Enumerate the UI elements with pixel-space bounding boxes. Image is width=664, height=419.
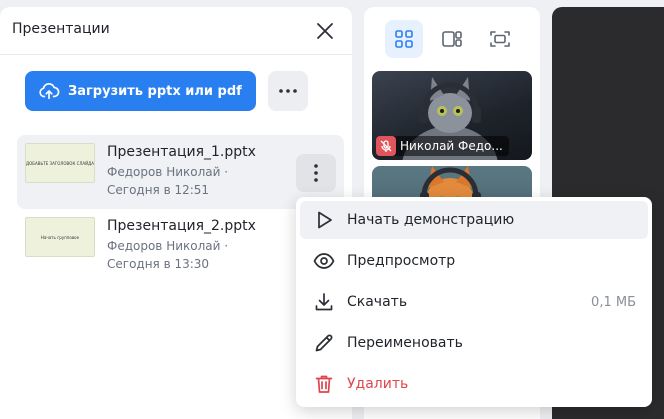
file-item[interactable]: Начать групповое Презентация_2.pptx Федо… bbox=[17, 214, 344, 288]
file-author: Федоров Николай · bbox=[107, 165, 229, 179]
file-name: Презентация_2.pptx bbox=[107, 218, 256, 234]
menu-item-download[interactable]: Скачать 0,1 МБ bbox=[300, 283, 648, 321]
file-name: Презентация_1.pptx bbox=[107, 144, 256, 160]
file-context-menu: Начать демонстрацию Предпросмотр Скачать… bbox=[296, 197, 652, 407]
more-options-button[interactable] bbox=[268, 71, 308, 111]
eye-icon bbox=[313, 253, 335, 269]
speaker-layout-icon bbox=[442, 31, 462, 47]
menu-item-label: Удалить bbox=[347, 376, 409, 392]
fullscreen-button[interactable] bbox=[481, 20, 519, 58]
upload-button[interactable]: Загрузить pptx или pdf bbox=[25, 71, 256, 111]
file-date: Сегодня в 13:30 bbox=[107, 257, 210, 271]
file-thumbnail: Начать групповое bbox=[25, 217, 95, 257]
more-horizontal-icon bbox=[279, 89, 297, 93]
mic-off-icon bbox=[376, 136, 396, 156]
file-options-button[interactable] bbox=[296, 154, 336, 192]
close-icon bbox=[317, 23, 333, 39]
file-item[interactable]: ДОБАВЬТЕ ЗАГОЛОВОК СЛАЙДА Презентация_1.… bbox=[17, 135, 344, 209]
menu-item-label: Предпросмотр bbox=[347, 253, 456, 269]
speaker-view-button[interactable] bbox=[433, 20, 471, 58]
file-date: Сегодня в 12:51 bbox=[107, 183, 210, 197]
menu-item-label: Скачать bbox=[347, 294, 408, 310]
participant-name: Николай Федо... bbox=[400, 139, 503, 153]
trash-icon bbox=[315, 375, 333, 393]
more-vertical-icon bbox=[314, 164, 318, 182]
file-thumbnail: ДОБАВЬТЕ ЗАГОЛОВОК СЛАЙДА bbox=[25, 143, 95, 183]
menu-item-delete[interactable]: Удалить bbox=[300, 365, 648, 403]
cloud-upload-icon bbox=[39, 82, 60, 100]
grid-view-button[interactable] bbox=[385, 20, 423, 58]
panel-title: Презентации bbox=[12, 21, 110, 37]
file-author: Федоров Николай · bbox=[107, 239, 229, 253]
play-icon bbox=[318, 211, 332, 229]
download-icon bbox=[315, 293, 333, 311]
close-button[interactable] bbox=[313, 19, 337, 43]
participant-video-tile[interactable]: Николай Федо... bbox=[372, 71, 532, 160]
grid-icon bbox=[395, 30, 413, 48]
panel-header: Презентации bbox=[0, 7, 352, 55]
thumbnail-text: ДОБАВЬТЕ ЗАГОЛОВОК СЛАЙДА bbox=[26, 160, 94, 166]
participant-name-tag: Николай Федо... bbox=[376, 136, 509, 156]
menu-item-rename[interactable]: Переименовать bbox=[300, 324, 648, 362]
menu-item-preview[interactable]: Предпросмотр bbox=[300, 242, 648, 280]
menu-item-start-demo[interactable]: Начать демонстрацию bbox=[300, 201, 648, 239]
upload-button-label: Загрузить pptx или pdf bbox=[68, 83, 242, 99]
menu-item-label: Переименовать bbox=[347, 335, 463, 351]
fullscreen-icon bbox=[490, 31, 510, 47]
pencil-icon bbox=[315, 334, 333, 352]
thumbnail-text: Начать групповое bbox=[40, 234, 80, 240]
menu-item-label: Начать демонстрацию bbox=[347, 212, 515, 228]
file-size: 0,1 МБ bbox=[591, 294, 636, 310]
